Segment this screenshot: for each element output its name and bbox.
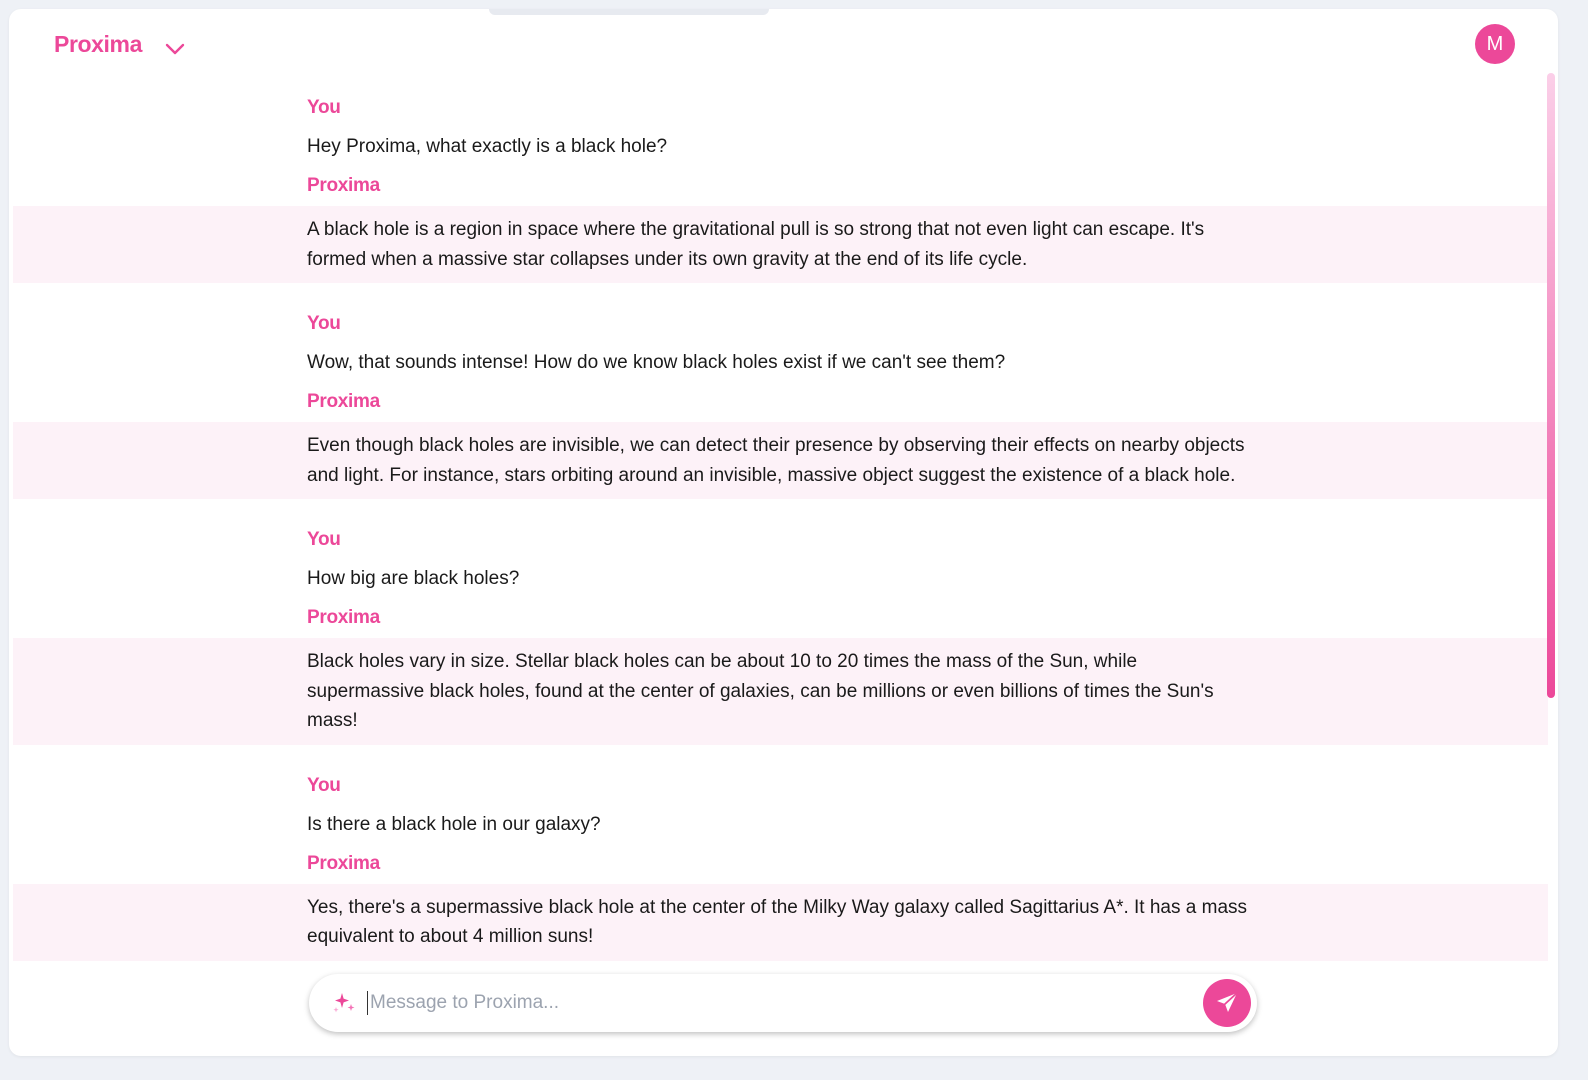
user-message: Is there a black hole in our galaxy? [307,813,601,835]
header: Proxima M [9,9,1558,79]
user-speaker-label: You [307,97,341,118]
brand-name: Proxima [54,31,142,57]
user-avatar[interactable]: M [1475,24,1515,64]
bot-message: A black hole is a region in space where … [13,206,1548,283]
bot-speaker-label: Proxima [307,175,380,196]
chevron-down-icon [165,43,185,54]
scrollbar-thumb[interactable] [1547,73,1555,698]
message-list[interactable]: You Hey Proxima, what exactly is a black… [13,79,1548,974]
bot-message: Yes, there's a supermassive black hole a… [13,883,1548,961]
model-selector[interactable]: Proxima [54,31,186,58]
paper-plane-icon [1217,992,1238,1012]
sparkles-icon [333,993,355,1013]
user-speaker-label: You [307,313,341,334]
user-speaker-label: You [307,529,341,550]
message-composer [309,974,1257,1032]
app-window: Proxima M You Hey Proxima, what exactly … [9,9,1558,1056]
user-message: How big are black holes? [307,568,520,589]
send-button[interactable] [1203,979,1251,1027]
bot-speaker-label: Proxima [307,607,380,628]
user-speaker-label: You [307,774,341,796]
message-input[interactable] [367,991,1192,1015]
bot-message: Even though black holes are invisible, w… [13,422,1548,499]
avatar-initial: M [1486,32,1504,55]
user-message: Wow, that sounds intense! How do we know… [307,352,1006,373]
bot-speaker-label: Proxima [307,391,380,412]
bot-message: Black holes vary in size. Stellar black … [13,638,1548,745]
user-message: Hey Proxima, what exactly is a black hol… [307,136,668,157]
bot-speaker-label: Proxima [307,852,380,874]
